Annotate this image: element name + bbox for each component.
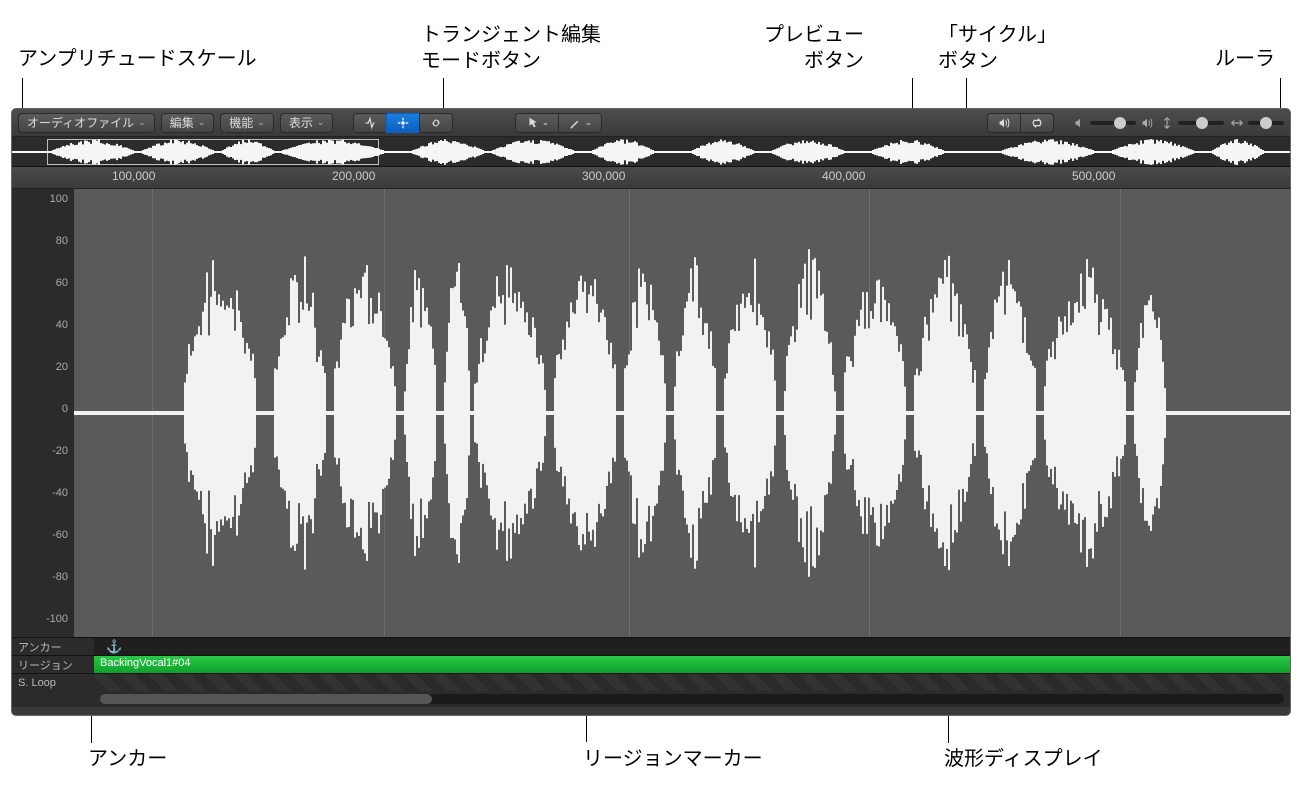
callout-waveform: 波形ディスプレイ bbox=[944, 746, 1103, 772]
chevron-down-icon: ⌄ bbox=[317, 117, 325, 128]
slider-track[interactable] bbox=[1178, 121, 1224, 125]
flex-button[interactable] bbox=[386, 113, 420, 133]
pencil-icon bbox=[569, 116, 583, 130]
ruler-tick: 200,000 bbox=[332, 169, 375, 183]
view-menu[interactable]: 表示⌄ bbox=[280, 113, 334, 133]
link-button[interactable] bbox=[419, 113, 453, 133]
scrollbar-track[interactable] bbox=[100, 694, 1284, 704]
pencil-tool[interactable]: ⌄ bbox=[558, 113, 602, 133]
waveform-icon bbox=[74, 189, 1290, 637]
slider-thumb[interactable] bbox=[1260, 117, 1272, 129]
loop-label: S. Loop bbox=[12, 674, 94, 691]
horizontal-zoom-icon bbox=[1230, 116, 1244, 130]
slider-thumb[interactable] bbox=[1196, 117, 1208, 129]
edit-menu[interactable]: 編集⌄ bbox=[161, 113, 215, 133]
anchor-label: アンカー bbox=[12, 638, 94, 655]
vertical-zoom-slider[interactable] bbox=[1160, 116, 1224, 130]
waveform-display[interactable]: 100 80 60 40 20 0 -20 -40 -60 -80 -100 bbox=[12, 189, 1290, 637]
horizontal-zoom-slider[interactable] bbox=[1230, 116, 1284, 130]
flex-icon bbox=[396, 116, 410, 130]
volume-low-icon bbox=[1072, 116, 1086, 130]
callout-preview: プレビューボタン bbox=[764, 22, 864, 74]
chevron-down-icon: ⌄ bbox=[138, 117, 146, 128]
overview-waveform[interactable] bbox=[12, 137, 1290, 167]
callout-ruler: ルーラ bbox=[1215, 46, 1275, 72]
callout-transient-edit: トランジェント編集モードボタン bbox=[421, 22, 601, 74]
ruler[interactable]: 100,000 200,000 300,000 400,000 500,000 bbox=[12, 167, 1290, 189]
chevron-down-icon: ⌄ bbox=[198, 117, 206, 128]
volume-high-icon bbox=[1140, 116, 1154, 130]
chevron-down-icon: ⌄ bbox=[585, 117, 593, 128]
amplitude-scale: 100 80 60 40 20 0 -20 -40 -60 -80 -100 bbox=[12, 189, 74, 637]
scrollbar-thumb[interactable] bbox=[100, 694, 432, 704]
ruler-tick: 300,000 bbox=[582, 169, 625, 183]
loop-row: S. Loop bbox=[12, 673, 1290, 691]
transient-edit-button[interactable] bbox=[353, 113, 387, 133]
callout-anchor: アンカー bbox=[88, 746, 167, 772]
audio-file-editor: オーディオファイル⌄ 編集⌄ 機能⌄ 表示⌄ ⌄ ⌄ bbox=[11, 108, 1291, 716]
wave-zone[interactable] bbox=[74, 189, 1290, 637]
transient-icon bbox=[363, 116, 377, 130]
preview-button[interactable] bbox=[987, 113, 1021, 133]
horizontal-scrollbar[interactable] bbox=[12, 691, 1290, 707]
callout-region-marker: リージョンマーカー bbox=[583, 746, 763, 772]
pointer-tool[interactable]: ⌄ bbox=[515, 113, 559, 133]
bottom-rows: アンカー ⚓ リージョン BackingVocal1#04 S. Loop bbox=[12, 637, 1290, 707]
callout-amplitude-scale: アンプリチュードスケール bbox=[18, 46, 257, 72]
slider-track[interactable] bbox=[1090, 121, 1136, 125]
region-row: リージョン BackingVocal1#04 bbox=[12, 655, 1290, 673]
region-label: リージョン bbox=[12, 656, 94, 673]
region-name: BackingVocal1#04 bbox=[100, 657, 191, 669]
audio-file-menu[interactable]: オーディオファイル⌄ bbox=[18, 113, 155, 133]
vertical-zoom-icon bbox=[1160, 116, 1174, 130]
slider-thumb[interactable] bbox=[1114, 117, 1126, 129]
playback-group bbox=[987, 113, 1054, 133]
anchor-track[interactable]: ⚓ bbox=[94, 638, 1290, 655]
chevron-down-icon: ⌄ bbox=[257, 117, 265, 128]
speaker-icon bbox=[997, 116, 1011, 130]
loop-track[interactable] bbox=[94, 674, 1290, 691]
anchor-row: アンカー ⚓ bbox=[12, 637, 1290, 655]
chevron-down-icon: ⌄ bbox=[542, 117, 550, 128]
region-marker[interactable]: BackingVocal1#04 bbox=[94, 656, 1290, 673]
volume-slider[interactable] bbox=[1072, 116, 1154, 130]
overview-peaks bbox=[12, 137, 1290, 167]
callout-line bbox=[91, 715, 92, 743]
ruler-tick: 400,000 bbox=[822, 169, 865, 183]
anchor-icon[interactable]: ⚓ bbox=[106, 639, 122, 655]
toolbar: オーディオファイル⌄ 編集⌄ 機能⌄ 表示⌄ ⌄ ⌄ bbox=[12, 109, 1290, 137]
cycle-icon bbox=[1030, 116, 1044, 130]
pointer-icon bbox=[526, 116, 540, 130]
callout-cycle: 「サイクル」ボタン bbox=[938, 22, 1057, 74]
ruler-tick: 500,000 bbox=[1072, 169, 1115, 183]
slider-track[interactable] bbox=[1248, 121, 1284, 125]
functions-menu[interactable]: 機能⌄ bbox=[220, 113, 274, 133]
edit-mode-group bbox=[353, 113, 453, 133]
cycle-button[interactable] bbox=[1020, 113, 1054, 133]
link-icon bbox=[429, 116, 443, 130]
tool-group: ⌄ ⌄ bbox=[515, 113, 602, 133]
ruler-tick: 100,000 bbox=[112, 169, 155, 183]
